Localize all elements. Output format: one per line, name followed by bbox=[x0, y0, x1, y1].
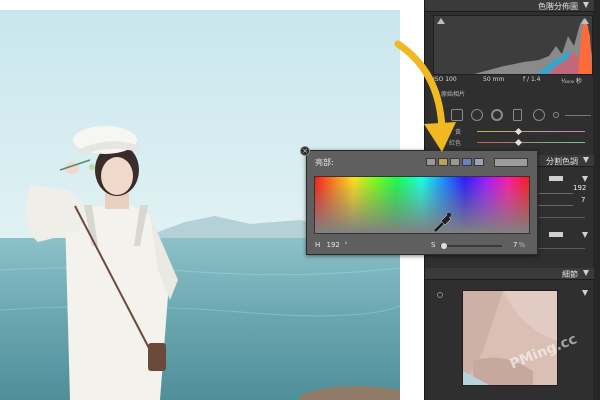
split-toning-title: 分割色調 bbox=[546, 157, 578, 166]
preset-swatch-4[interactable] bbox=[462, 158, 472, 166]
detail-dropdown-icon[interactable] bbox=[582, 290, 588, 296]
shadow-clipping-icon[interactable] bbox=[437, 18, 445, 24]
current-color-preview bbox=[494, 158, 528, 167]
histogram-title: 色階分佈圖 bbox=[538, 2, 578, 11]
detail-preview-image bbox=[463, 291, 557, 385]
split-hue-track[interactable] bbox=[537, 193, 573, 194]
radial-filter-icon[interactable] bbox=[533, 109, 545, 121]
hue-readout: H 192 ° bbox=[315, 241, 348, 249]
color-picker-popup: 亮部: H 192 ° S 7% bbox=[306, 150, 538, 255]
exif-aperture: f / 1.4 bbox=[523, 76, 541, 83]
saturation-readout: 7% bbox=[513, 241, 525, 249]
eyedropper-icon[interactable] bbox=[315, 177, 530, 234]
saturation-slider-track[interactable] bbox=[440, 245, 502, 247]
preset-swatch-1[interactable] bbox=[426, 158, 436, 166]
preset-swatch-3[interactable] bbox=[450, 158, 460, 166]
adjust-row2-knob[interactable] bbox=[514, 138, 523, 147]
split-balance-track[interactable] bbox=[537, 217, 585, 218]
exif-shutter: ¹⁄₄₀₀₀ 秒 bbox=[561, 78, 582, 85]
highlight-swatch-chip[interactable] bbox=[549, 176, 563, 181]
popup-close-icon[interactable]: × bbox=[300, 146, 310, 156]
detail-target-icon[interactable] bbox=[437, 292, 443, 298]
collapse-triangle-icon[interactable] bbox=[583, 157, 589, 163]
collapse-triangle-icon[interactable] bbox=[583, 2, 589, 8]
preset-swatch-2[interactable] bbox=[438, 158, 448, 166]
hue-value[interactable]: 192 bbox=[327, 241, 340, 249]
detail-header[interactable]: 細節 bbox=[425, 268, 594, 280]
hue-saturation-field[interactable] bbox=[314, 176, 530, 234]
brush-size-track[interactable] bbox=[565, 115, 591, 116]
detail-zoom-preview[interactable] bbox=[462, 290, 558, 386]
preset-swatch-5[interactable] bbox=[474, 158, 484, 166]
saturation-value[interactable]: 7 bbox=[513, 241, 517, 249]
percent-sign: % bbox=[518, 241, 526, 249]
split-hue-value[interactable]: 192 bbox=[573, 184, 586, 192]
hue-label: H bbox=[315, 241, 321, 249]
collapse-triangle-icon[interactable] bbox=[583, 270, 589, 276]
shadow-swatch-chip[interactable] bbox=[549, 232, 563, 237]
panel-scrollbar[interactable] bbox=[593, 0, 600, 400]
adjust-row1-track[interactable] bbox=[477, 131, 585, 132]
graduated-filter-icon[interactable] bbox=[513, 109, 522, 121]
red-eye-icon[interactable] bbox=[491, 109, 503, 121]
histogram-header[interactable]: 色階分佈圖 bbox=[425, 0, 594, 12]
split-sat-value[interactable]: 7 bbox=[581, 196, 585, 204]
highlight-clipping-icon[interactable] bbox=[581, 18, 589, 24]
split-dropdown-icon[interactable] bbox=[582, 176, 588, 182]
split-sat-track[interactable] bbox=[537, 205, 573, 206]
adjust-row1-knob[interactable] bbox=[514, 127, 523, 136]
saturation-slider-knob[interactable] bbox=[441, 243, 448, 249]
shadow-dropdown-icon[interactable] bbox=[582, 232, 588, 238]
adjust-row2-track[interactable] bbox=[477, 142, 585, 143]
saturation-label: S bbox=[431, 241, 436, 249]
detail-title: 細節 bbox=[562, 270, 578, 279]
hue-degree: ° bbox=[344, 241, 348, 249]
popup-highlights-label: 亮部: bbox=[315, 158, 334, 167]
shadow-hue-track[interactable] bbox=[537, 248, 585, 249]
brush-tool-icon[interactable] bbox=[553, 112, 559, 118]
curved-arrow-icon bbox=[394, 40, 456, 152]
exif-focal-length: 50 mm bbox=[483, 76, 505, 83]
